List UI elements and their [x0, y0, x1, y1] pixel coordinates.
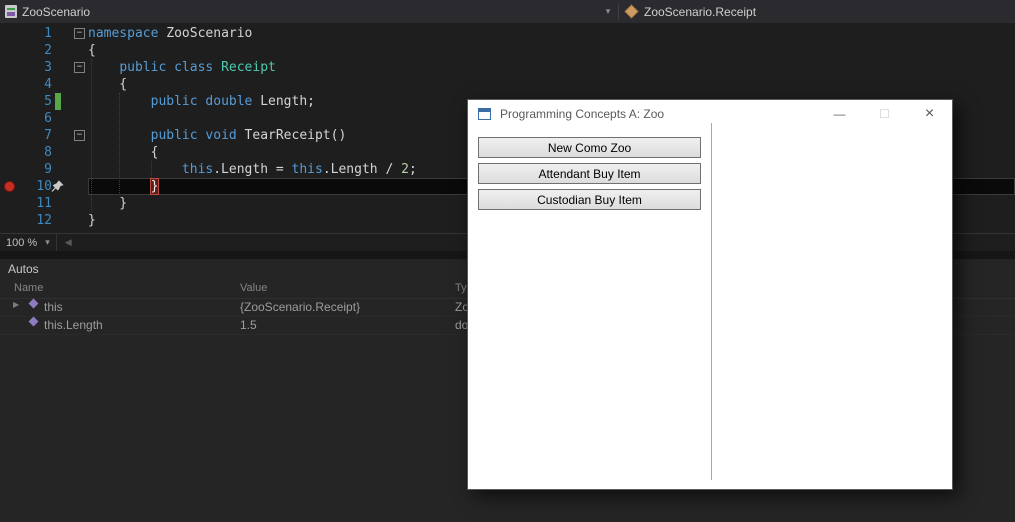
indent-guide [151, 161, 152, 178]
fold-collapse-icon[interactable]: − [74, 130, 85, 141]
code-text: namespace ZooScenario [88, 26, 253, 41]
line-number: 11 [36, 196, 52, 211]
breakpoint-dot-icon[interactable] [3, 181, 15, 192]
scroll-left-arrow-icon[interactable]: ◀ [65, 237, 72, 248]
line-number: 3 [44, 60, 52, 75]
variable-name: this.Length [44, 318, 103, 332]
column-header-name[interactable]: Name [14, 282, 43, 294]
class-icon [624, 4, 639, 19]
breakpoint-margin[interactable] [0, 195, 18, 212]
breakpoint-margin[interactable] [0, 110, 18, 127]
listbox-border [711, 123, 712, 480]
line-number: 8 [44, 145, 52, 160]
maximize-button[interactable]: ☐ [862, 100, 907, 128]
line-number: 10 [36, 179, 52, 194]
breakpoint-margin[interactable] [0, 212, 18, 229]
zoom-level-label: 100 % [6, 236, 38, 249]
variable-value: {ZooScenario.Receipt} [240, 300, 361, 314]
zoo-window-title: Programming Concepts A: Zoo [500, 107, 665, 121]
line-number: 4 [44, 77, 52, 92]
attendant-buy-item-button[interactable]: Attendant Buy Item [478, 163, 701, 184]
fold-collapse-icon[interactable]: − [74, 62, 85, 73]
chevron-down-icon[interactable]: ▾ [601, 6, 615, 17]
member-dropdown-label: ZooScenario.Receipt [644, 4, 757, 19]
code-line: 4 { [0, 76, 1015, 93]
breakpoint-margin[interactable] [0, 161, 18, 178]
outlining-margin [61, 178, 88, 195]
outlining-margin [61, 93, 88, 110]
member-dropdown[interactable]: ZooScenario.Receipt [622, 4, 757, 19]
zoom-level-dropdown[interactable]: 100 % ▾ [0, 234, 57, 251]
line-number: 5 [44, 94, 52, 109]
breakpoint-margin[interactable] [0, 144, 18, 161]
chevron-down-icon: ▾ [45, 237, 50, 247]
code-text: public class Receipt [119, 60, 276, 75]
line-number: 6 [44, 111, 52, 126]
outlining-margin: − [61, 25, 88, 42]
editor-navigation-bar: ZooScenario ▾ ZooScenario.Receipt [0, 0, 1015, 24]
breakpoint-margin[interactable] [0, 178, 18, 195]
zoo-window-body: New Como Zoo Attendant Buy Item Custodian … [468, 123, 952, 489]
breakpoint-margin[interactable] [0, 42, 18, 59]
outlining-margin [61, 195, 88, 212]
zoo-app-window: Programming Concepts A: Zoo — ☐ × New Co… [467, 99, 953, 490]
line-number: 7 [44, 128, 52, 143]
line-number: 1 [44, 26, 52, 41]
breakpoint-margin[interactable] [0, 93, 18, 110]
column-header-value[interactable]: Value [240, 282, 267, 294]
code-text: { [88, 43, 96, 58]
project-dropdown[interactable]: ZooScenario [0, 5, 601, 19]
breakpoint-margin[interactable] [0, 25, 18, 42]
indent-guide [91, 59, 92, 212]
line-number: 9 [44, 162, 52, 177]
outlining-margin [61, 76, 88, 93]
column-header-type[interactable]: Ty [455, 282, 467, 294]
line-number: 12 [36, 213, 52, 228]
outlining-margin: − [61, 59, 88, 76]
line-number: 2 [44, 43, 52, 58]
minimize-button[interactable]: — [817, 100, 862, 128]
code-line: 2{ [0, 42, 1015, 59]
breakpoint-margin[interactable] [0, 127, 18, 144]
visual-studio-window: ZooScenario ▾ ZooScenario.Receipt 1− name… [0, 0, 1015, 522]
navbar-divider [618, 3, 619, 20]
custodian-buy-item-button[interactable]: Custodian Buy Item [478, 189, 701, 210]
breakpoint-margin[interactable] [0, 59, 18, 76]
pin-icon[interactable] [50, 179, 65, 194]
project-dropdown-label: ZooScenario [22, 4, 91, 19]
outlining-margin [61, 144, 88, 161]
code-line: 3 − public class Receipt [0, 59, 1015, 76]
outlining-margin [61, 161, 88, 178]
field-icon [28, 316, 39, 327]
outlining-margin: − [61, 127, 88, 144]
expand-arrow-icon[interactable]: ▶ [13, 300, 19, 309]
field-icon [28, 298, 39, 309]
outlining-margin [61, 110, 88, 127]
variable-name: this [44, 300, 63, 314]
code-text: { [88, 77, 128, 92]
close-button[interactable]: × [907, 100, 952, 128]
outlining-margin [61, 42, 88, 59]
breakpoint-margin[interactable] [0, 76, 18, 93]
zoo-titlebar[interactable]: Programming Concepts A: Zoo — ☐ × [468, 100, 952, 128]
outlining-margin [61, 212, 88, 229]
fold-collapse-icon[interactable]: − [74, 28, 85, 39]
app-window-icon [478, 108, 491, 120]
window-controls: — ☐ × [817, 100, 952, 128]
variable-value: 1.5 [240, 318, 257, 332]
code-line: 1 − namespace ZooScenario [0, 25, 1015, 42]
csharp-file-icon [5, 5, 17, 18]
new-como-zoo-button[interactable]: New Como Zoo [478, 137, 701, 158]
indent-guide [119, 93, 120, 195]
